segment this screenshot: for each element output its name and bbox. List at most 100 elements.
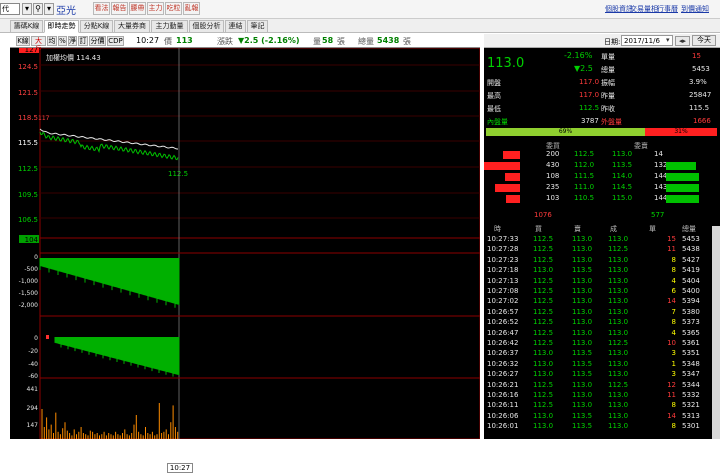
- ticks-scrollbar[interactable]: [712, 226, 720, 439]
- calendar-icon[interactable]: ▾: [666, 36, 670, 44]
- tick-row: 10:26:01 113.0 113.5 113.0 8 5301: [484, 422, 712, 432]
- tick-cell: 10:26:57: [487, 307, 519, 316]
- prev-next-arrows-icon[interactable]: ◂▸: [675, 36, 690, 46]
- book-sell-header: 委賣: [634, 142, 648, 150]
- tick-row: 10:26:42 112.5 113.0 112.5 10 5361: [484, 339, 712, 349]
- tick-cell: 112.5: [608, 245, 629, 254]
- tick-cell: 112.5: [608, 339, 629, 347]
- price-tick: 121.5: [18, 89, 38, 97]
- tick-cell: 113.0: [608, 411, 629, 420]
- price-tick: 115.5: [18, 139, 38, 147]
- stock-code-input[interactable]: 代: [0, 3, 20, 15]
- date-bar: 日期: 2017/11/6 ▾ ◂▸ 今天: [484, 34, 720, 48]
- tick-cell: 113.0: [533, 370, 554, 379]
- panel3-bar-pos: [46, 335, 49, 339]
- price-tick: 118.5: [18, 114, 38, 122]
- tick-cell: 113.0: [608, 349, 629, 358]
- tick-cell: 112.5: [608, 380, 629, 389]
- tick-cell: 10:27:13: [487, 276, 519, 285]
- inner-ratio-bar: 69%: [486, 128, 645, 136]
- toolbar-link-0[interactable]: 個股資訊: [605, 4, 633, 14]
- tick-row: 10:26:21 112.5 113.0 112.5 12 5344: [484, 381, 712, 391]
- mode-1[interactable]: 大戶: [31, 36, 46, 53]
- book-sell-qty: 14: [654, 150, 663, 158]
- tab-0[interactable]: 籌碼K線: [10, 20, 43, 33]
- toolbar-btn-5[interactable]: 亂報: [183, 2, 200, 15]
- toolbar-link-2[interactable]: 行事曆: [657, 4, 678, 14]
- info-value2: 3.9%: [689, 78, 707, 86]
- outer-vol-label: 外盤量: [601, 118, 622, 126]
- volume-tick: 441: [27, 386, 39, 393]
- tick-cell: 5313: [682, 411, 700, 420]
- toolbar-btn-3[interactable]: 主力: [147, 2, 164, 15]
- book-buy-qty: 108: [546, 172, 560, 180]
- tick-cell: 112.5: [533, 307, 554, 316]
- book-buy-qty: 430: [546, 161, 560, 169]
- chart-canvas[interactable]: 127 124.5 121.5 118.5 115.5 112.5 109.5 106.5 10…: [10, 48, 480, 439]
- mode-3[interactable]: %: [58, 36, 67, 46]
- tick-row: 10:26:16 112.5 113.0 113.0 11 5332: [484, 391, 712, 401]
- tick-cell: 113.0: [572, 401, 593, 410]
- tick-cell: 112.5: [533, 380, 554, 389]
- tick-cell: 113.0: [572, 307, 593, 316]
- tick-cell: 113.0: [572, 318, 593, 327]
- tab-2[interactable]: 分點K線: [80, 20, 113, 33]
- mode-0[interactable]: K線: [16, 36, 30, 46]
- price-tick: 127: [25, 48, 38, 54]
- book-sell-price: 115.0: [612, 194, 633, 202]
- info-value: 117.0: [579, 91, 600, 99]
- tick-cell: 5394: [682, 297, 700, 306]
- tab-1[interactable]: 即時走勢: [44, 20, 79, 33]
- arrow-down-icon[interactable]: ▾: [44, 3, 54, 15]
- buy-depth-bar: [503, 151, 520, 159]
- tick-cell: 5373: [682, 318, 700, 327]
- tick-cell: 1: [671, 359, 676, 368]
- avg-price-line: [39, 128, 178, 150]
- toolbar-btn-4[interactable]: 吃粒: [165, 2, 182, 15]
- info-value2: 115.5: [689, 104, 710, 112]
- toolbar-btn-1[interactable]: 報告: [111, 2, 128, 15]
- price-tick: 109.5: [18, 191, 38, 199]
- today-button[interactable]: 今天: [692, 35, 716, 46]
- tick-cell: 113.0: [572, 328, 593, 337]
- tab-7[interactable]: 筆記: [247, 20, 268, 33]
- info-label: 開盤: [487, 79, 501, 87]
- tab-6[interactable]: 連結: [225, 20, 246, 33]
- toolbar-link-3[interactable]: 到價通知: [681, 4, 709, 14]
- tick-cell: 5361: [682, 339, 700, 347]
- tick-row: 10:27:02 112.5 113.0 113.0 14 5394: [484, 297, 712, 307]
- tick-cell: 112.5: [533, 255, 554, 264]
- tick-row: 10:26:57 112.5 113.0 113.0 7 5380: [484, 308, 712, 318]
- mode-4[interactable]: 淨: [68, 36, 77, 46]
- book-sell-price: 114.0: [612, 172, 633, 180]
- tick-row: 10:26:06 113.0 113.5 113.0 14 5313: [484, 412, 712, 422]
- toolbar-link-1[interactable]: 交易量相: [630, 4, 658, 14]
- tick-cell: 113.0: [572, 297, 593, 306]
- volume-tick: 147: [27, 422, 39, 429]
- mode-2[interactable]: 均: [47, 36, 57, 46]
- toolbar-btn-2[interactable]: 腰帶: [129, 2, 146, 15]
- search-icon[interactable]: ⚲: [33, 3, 43, 15]
- tick-cell: 113.0: [608, 297, 629, 306]
- dropdown-arrow-icon[interactable]: ▾: [22, 3, 32, 15]
- tab-4[interactable]: 主力動量: [151, 20, 188, 33]
- price-tick: 106.5: [18, 216, 38, 224]
- tick-cell: 10:27:23: [487, 255, 519, 264]
- mode-5[interactable]: 訂: [78, 36, 88, 46]
- book-buy-price: 111.0: [574, 183, 595, 191]
- tab-5[interactable]: 個股分析: [189, 20, 224, 33]
- tick-cell: 113.5: [572, 422, 593, 431]
- price-tick: 112.5: [18, 165, 38, 173]
- toolbar-btn-0[interactable]: 看法: [93, 2, 110, 15]
- tick-cell: 5348: [682, 359, 700, 368]
- info-label2: 昨收: [601, 105, 615, 113]
- mode-7[interactable]: CDP: [107, 36, 124, 46]
- book-buy-price: 112.5: [574, 150, 595, 158]
- tab-3[interactable]: 大量券商: [114, 20, 150, 33]
- info-label: 最低: [487, 105, 501, 113]
- mode-6[interactable]: 分價: [89, 36, 106, 46]
- info-value: 117.0: [579, 78, 600, 86]
- tick-cell: 113.0: [608, 370, 629, 379]
- tick-cell: 5427: [682, 255, 700, 264]
- buy-depth-bar: [506, 195, 520, 203]
